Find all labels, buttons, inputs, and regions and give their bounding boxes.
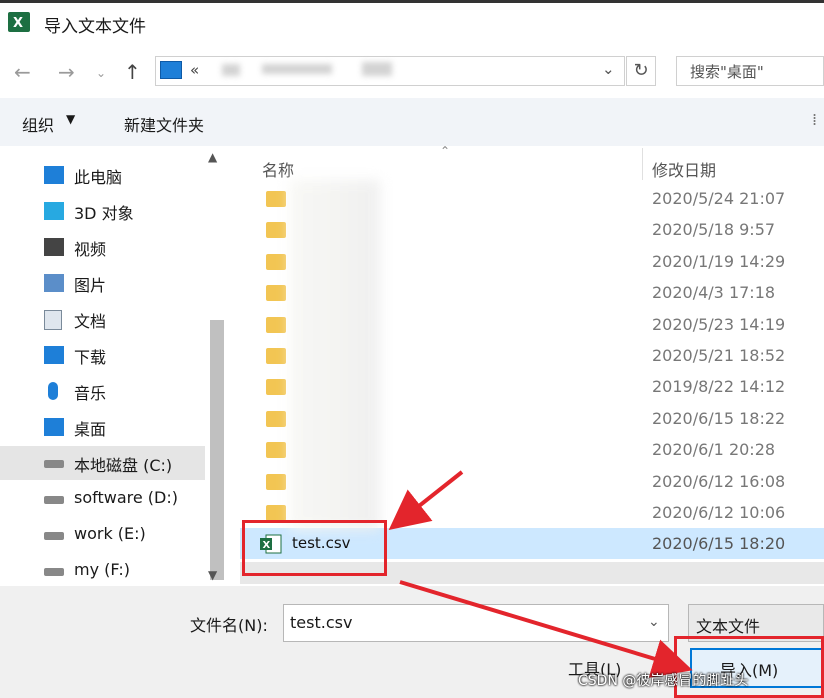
file-date: 2020/4/3 17:18: [652, 283, 776, 303]
excel-icon: X: [8, 12, 30, 32]
chevron-down-icon[interactable]: ▼: [66, 112, 75, 126]
drive-icon: [44, 532, 64, 540]
sidebar-item[interactable]: work (E:): [0, 518, 205, 552]
sidebar-item[interactable]: 音乐: [0, 374, 205, 408]
computer-icon: [44, 166, 64, 184]
svg-text:X: X: [13, 16, 23, 31]
drive-icon: [44, 496, 64, 504]
file-date: 2020/6/15 18:20: [652, 534, 786, 554]
new-folder-button[interactable]: 新建文件夹: [124, 112, 204, 136]
file-date: 2020/5/24 21:07: [652, 189, 786, 208]
back-arrow-icon[interactable]: ←: [14, 60, 31, 84]
view-options-icon[interactable]: ⁞: [812, 110, 817, 129]
forward-arrow-icon[interactable]: →: [58, 60, 75, 84]
watermark: CSDN @彼岸感冒的脚趾头: [578, 673, 749, 689]
file-date: 2020/6/15 18:22: [652, 408, 786, 428]
window-title: 导入文本文件: [44, 17, 146, 37]
folder-icon: [266, 253, 286, 270]
sidebar-item[interactable]: my (F:): [0, 554, 205, 588]
cube-icon: [44, 202, 64, 220]
folder-icon: [266, 316, 286, 333]
file-date: 2020/5/18 9:57: [652, 220, 776, 240]
folder-icon: [266, 505, 286, 521]
sidebar-item-label: my (F:): [74, 560, 130, 579]
file-date: 2020/5/21 18:52: [652, 346, 786, 365]
folder-icon: [266, 348, 286, 364]
filetype-value: 文本文件: [696, 617, 761, 636]
refresh-icon[interactable]: ↻: [626, 56, 656, 86]
folder-icon: [266, 473, 286, 490]
sidebar-item-label: 文档: [74, 312, 107, 331]
highlight-box-file: [242, 520, 387, 576]
picture-icon: [44, 274, 64, 292]
filename-dropdown-icon[interactable]: ⌄: [648, 614, 660, 630]
scroll-down-icon[interactable]: ▼: [208, 568, 217, 582]
folder-icon: [266, 379, 286, 396]
file-date: 2020/6/12 10:06: [652, 503, 786, 522]
address-dropdown-icon[interactable]: ⌄: [602, 60, 615, 78]
folder-icon: [266, 410, 286, 427]
filename-label: 文件名(N):: [190, 616, 268, 635]
sidebar-item-label: work (E:): [74, 524, 146, 543]
scroll-up-icon[interactable]: ▲: [208, 150, 217, 164]
top-edge: [0, 0, 824, 3]
file-date: 2020/6/12 16:08: [652, 471, 786, 491]
redacted-filenames: [290, 180, 380, 530]
sidebar-item-label: 桌面: [74, 420, 107, 439]
file-date: 2020/6/1 20:28: [652, 440, 776, 460]
sort-caret-icon: ⌃: [440, 144, 451, 158]
sidebar-item[interactable]: 文档: [0, 302, 205, 336]
folder-icon: [266, 222, 286, 239]
sidebar-item-label: 下载: [74, 348, 107, 367]
sidebar-item[interactable]: 下载: [0, 338, 205, 372]
sidebar-item-label: software (D:): [74, 488, 178, 507]
up-arrow-icon[interactable]: ↑: [124, 60, 141, 84]
column-header-name[interactable]: 名称: [262, 157, 294, 181]
sidebar-item[interactable]: 本地磁盘 (C:): [0, 446, 205, 480]
organize-button[interactable]: 组织: [22, 112, 54, 136]
redacted-path: [222, 64, 240, 76]
document-icon: [44, 310, 62, 330]
sidebar-item-label: 3D 对象: [74, 204, 134, 223]
redacted-path: [262, 64, 332, 74]
filename-value: test.csv: [290, 613, 353, 632]
download-icon: [44, 346, 64, 364]
column-divider[interactable]: [642, 148, 643, 180]
sidebar-item[interactable]: 3D 对象: [0, 194, 205, 228]
drive-icon: [44, 568, 64, 576]
sidebar-item[interactable]: 桌面: [0, 410, 205, 444]
folder-icon: [266, 285, 286, 302]
sidebar-item[interactable]: software (D:): [0, 482, 205, 516]
folder-icon: [266, 191, 286, 207]
address-text: «: [190, 61, 200, 79]
music-icon: [48, 382, 58, 400]
sidebar-item-label: 音乐: [74, 384, 107, 403]
sidebar-item[interactable]: 此电脑: [0, 158, 205, 192]
sidebar-item[interactable]: 图片: [0, 266, 205, 300]
computer-icon: [160, 61, 182, 79]
file-date: 2020/5/23 14:19: [652, 314, 786, 334]
folder-icon: [266, 442, 286, 459]
file-date: 2019/8/22 14:12: [652, 377, 786, 397]
video-icon: [44, 238, 64, 256]
redacted-path: [362, 62, 392, 76]
column-header-date[interactable]: 修改日期: [652, 157, 716, 181]
sidebar-scroll-thumb[interactable]: [210, 320, 224, 580]
drive-icon: [44, 460, 64, 468]
sidebar-item[interactable]: 视频: [0, 230, 205, 264]
sidebar-item-label: 此电脑: [74, 168, 123, 187]
search-placeholder: 搜索"桌面": [690, 63, 764, 81]
sidebar-item-label: 本地磁盘 (C:): [74, 456, 173, 475]
recent-dropdown-icon[interactable]: ⌄: [96, 66, 106, 80]
desktop-icon: [44, 418, 64, 436]
sidebar-item-label: 图片: [74, 276, 107, 295]
sidebar-item-label: 视频: [74, 240, 107, 259]
file-date: 2020/1/19 14:29: [652, 251, 786, 271]
